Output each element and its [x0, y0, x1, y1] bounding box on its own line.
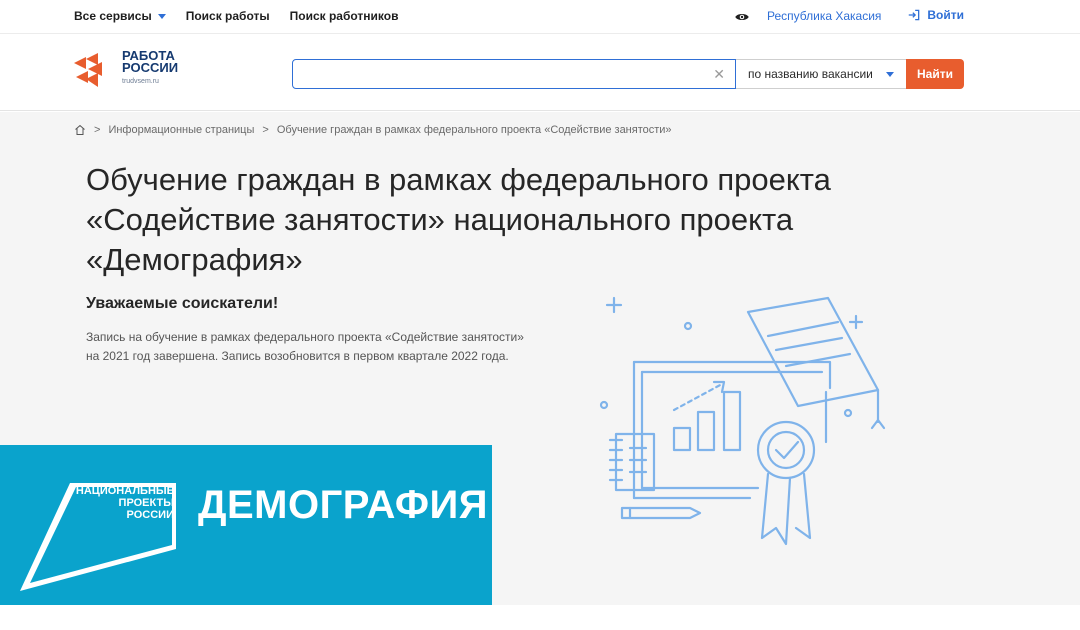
close-icon[interactable]: ✕	[713, 66, 725, 83]
region-selector[interactable]: Республика Хакасия	[767, 9, 881, 23]
login-label: Войти	[927, 8, 964, 22]
section-subtitle: Уважаемые соискатели!	[86, 295, 279, 312]
header: РАБОТА РОССИИ trudvsem.ru ✕ по названию …	[0, 35, 1080, 111]
job-search-link[interactable]: Поиск работы	[186, 9, 270, 23]
region-label: Республика Хакасия	[767, 9, 882, 23]
logo-domain: trudvsem.ru	[122, 78, 159, 85]
logo-text: РАБОТА РОССИИ trudvsem.ru	[122, 49, 179, 88]
chevron-down-icon	[157, 13, 166, 19]
search-bar: ✕ по названию вакансии Найти	[292, 59, 964, 89]
np-line2: ПРОЕКТЫ	[118, 497, 174, 509]
plus-decoration	[605, 296, 623, 314]
education-illustration	[599, 296, 886, 546]
search-input[interactable]	[293, 60, 735, 88]
top-nav: Все сервисы Поиск работы Поиск работнико…	[74, 9, 398, 23]
site-logo[interactable]: РАБОТА РОССИИ trudvsem.ru	[74, 49, 178, 89]
job-search-label: Поиск работы	[185, 9, 270, 23]
chevron-down-icon	[886, 71, 894, 77]
logo-line2: РОССИИ	[122, 60, 179, 75]
page-title: Обучение граждан в рамках федерального п…	[86, 162, 831, 277]
worker-search-label: Поиск работников	[289, 9, 399, 23]
page-bottom	[0, 605, 1080, 630]
breadcrumb-separator: >	[94, 124, 101, 136]
np-line3: РОССИИ	[126, 509, 174, 521]
logo-mark-icon	[74, 53, 102, 87]
main-content: > Информационные страницы > Обучение гра…	[0, 112, 1080, 605]
search-mode-select[interactable]: по названию вакансии	[736, 59, 906, 89]
breadcrumb-current: Обучение граждан в рамках федерального п…	[276, 124, 672, 136]
search-mode-label: по названию вакансии	[748, 67, 873, 81]
all-services-menu[interactable]: Все сервисы	[74, 9, 166, 23]
all-services-label: Все сервисы	[74, 9, 152, 23]
eye-icon	[735, 14, 749, 20]
accessibility-toggle[interactable]	[734, 9, 750, 30]
worker-search-link[interactable]: Поиск работников	[290, 9, 399, 23]
national-projects-text: НАЦИОНАЛЬНЫЕ ПРОЕКТЫ РОССИИ	[68, 485, 174, 521]
search-input-wrapper: ✕	[292, 59, 736, 89]
home-icon[interactable]	[74, 124, 86, 136]
section-description: Запись на обучение в рамках федерального…	[86, 330, 524, 363]
login-icon	[909, 9, 920, 21]
breadcrumb: > Информационные страницы > Обучение гра…	[74, 124, 672, 136]
np-line1: НАЦИОНАЛЬНЫЕ	[75, 485, 174, 497]
banner-headline: ДЕМОГРАФИЯ	[198, 483, 488, 527]
breadcrumb-separator: >	[262, 124, 269, 136]
search-button[interactable]: Найти	[906, 59, 964, 89]
demography-banner[interactable]: НАЦИОНАЛЬНЫЕ ПРОЕКТЫ РОССИИ ДЕМОГРАФИЯ	[0, 445, 492, 605]
breadcrumb-section[interactable]: Информационные страницы	[108, 124, 254, 136]
top-bar: Все сервисы Поиск работы Поиск работнико…	[0, 0, 1080, 34]
login-button[interactable]: Войти	[907, 8, 964, 22]
